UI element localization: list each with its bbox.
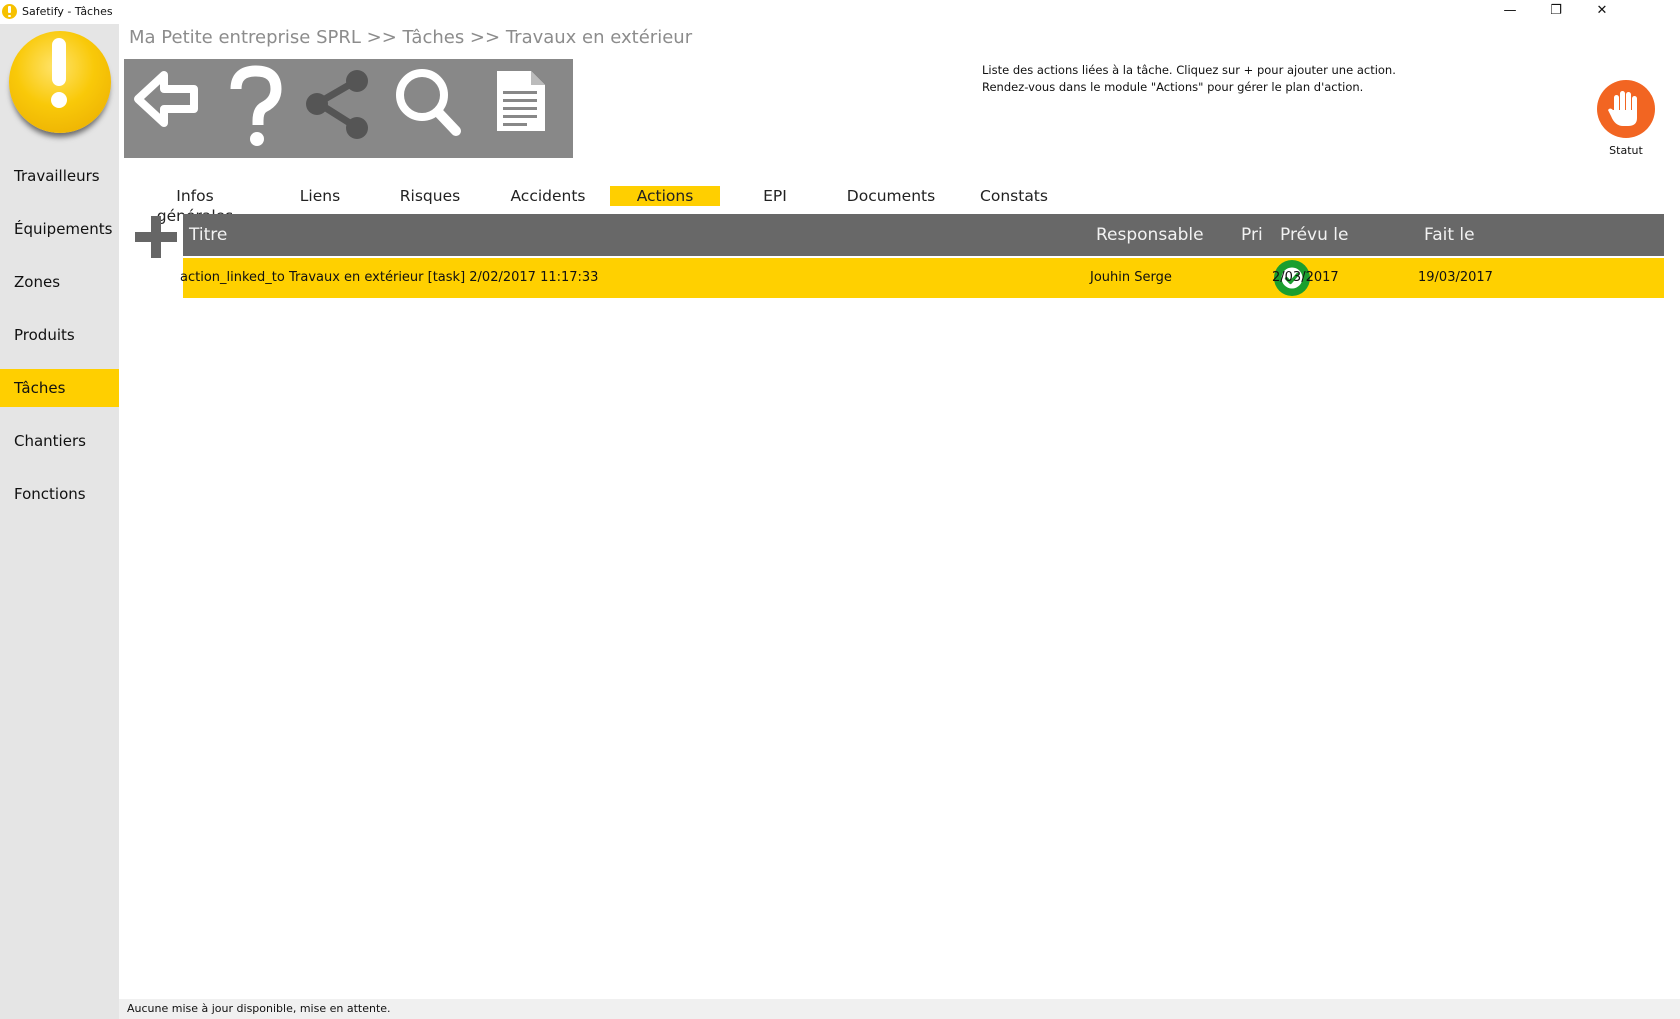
column-header-priorite[interactable]: Pri: [1241, 214, 1263, 256]
tab-accidents[interactable]: Accidents: [506, 186, 590, 206]
column-header-prevu-le[interactable]: Prévu le: [1280, 214, 1348, 256]
breadcrumb: Ma Petite entreprise SPRL >> Tâches >> T…: [129, 27, 693, 48]
minimize-button[interactable]: —: [1487, 0, 1533, 24]
tab-constats[interactable]: Constats: [977, 186, 1051, 206]
stop-hand-icon: [1608, 91, 1637, 126]
document-button[interactable]: [476, 59, 564, 158]
exclamation-icon: [52, 38, 66, 86]
back-button[interactable]: [124, 59, 212, 158]
help-button[interactable]: [212, 59, 300, 158]
add-action-button[interactable]: [133, 214, 179, 260]
toolbar: [124, 59, 573, 158]
sidebar-item-zones[interactable]: Zones: [0, 263, 119, 301]
search-button[interactable]: [388, 59, 476, 158]
sidebar-item-fonctions[interactable]: Fonctions: [0, 475, 119, 513]
info-text: Liste des actions liées à la tâche. Cliq…: [982, 62, 1396, 96]
column-header-titre[interactable]: Titre: [189, 214, 227, 256]
tab-risques[interactable]: Risques: [398, 186, 462, 206]
app-logo-icon: [2, 4, 17, 19]
status-label: Statut: [1609, 144, 1643, 157]
tab-liens[interactable]: Liens: [295, 186, 345, 206]
help-icon: [230, 65, 282, 146]
exclamation-dot-icon: [51, 92, 67, 108]
close-button[interactable]: ✕: [1579, 0, 1625, 24]
document-icon: [497, 71, 545, 131]
info-line-2: Rendez-vous dans le module "Actions" pou…: [982, 80, 1364, 94]
cell-responsable: Jouhin Serge: [1090, 270, 1172, 285]
column-header-responsable[interactable]: Responsable: [1096, 214, 1204, 256]
share-button[interactable]: [300, 59, 388, 158]
sidebar-item-produits[interactable]: Produits: [0, 316, 119, 354]
restore-button[interactable]: ❐: [1533, 0, 1579, 24]
info-line-1: Liste des actions liées à la tâche. Cliq…: [982, 63, 1396, 77]
tab-actions[interactable]: Actions: [610, 186, 720, 206]
sidebar-item-equipements[interactable]: Équipements: [0, 210, 119, 248]
tab-epi[interactable]: EPI: [757, 186, 793, 206]
column-header-fait-le[interactable]: Fait le: [1424, 214, 1475, 256]
sidebar-item-travailleurs[interactable]: Travailleurs: [0, 157, 119, 195]
status-button[interactable]: [1597, 80, 1655, 138]
tab-infos-generales[interactable]: Infos générales: [138, 186, 252, 225]
back-arrow-icon: [134, 71, 198, 127]
window-title: Safetify - Tâches: [22, 5, 113, 18]
cell-fait-le: 19/03/2017: [1418, 270, 1493, 285]
share-icon: [306, 70, 368, 139]
window-titlebar: [0, 0, 1680, 24]
status-bar-text: Aucune mise à jour disponible, mise en a…: [127, 1002, 391, 1015]
plus-icon: [135, 216, 177, 258]
sidebar-item-taches[interactable]: Tâches: [0, 369, 119, 407]
search-icon: [396, 69, 461, 136]
tab-documents[interactable]: Documents: [846, 186, 936, 206]
sidebar-item-chantiers[interactable]: Chantiers: [0, 422, 119, 460]
cell-titre: action_linked_to Travaux en extérieur [t…: [180, 270, 599, 285]
cell-prevu-le: 2/03/2017: [1272, 270, 1339, 285]
